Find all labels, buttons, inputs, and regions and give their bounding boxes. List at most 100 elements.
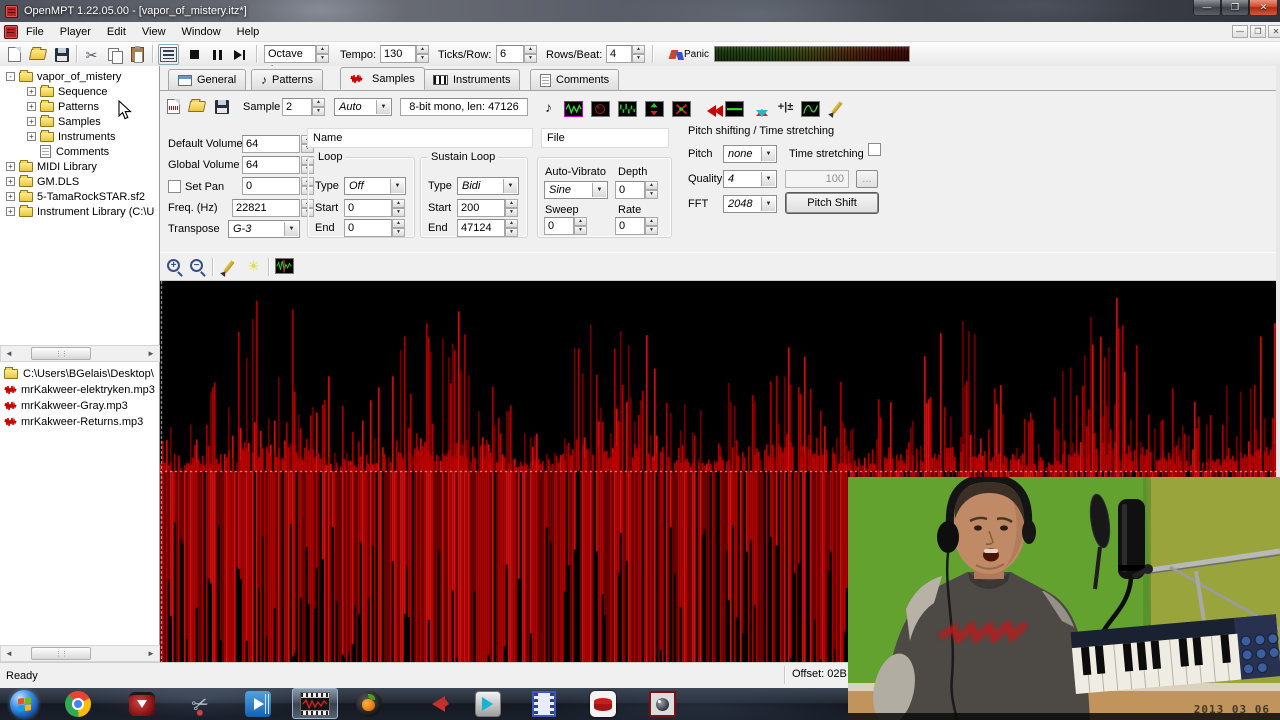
sample-name-field[interactable]: Name [307, 128, 533, 148]
tree-item-vapor-of-mistery[interactable]: - vapor_of_mistery [0, 69, 159, 84]
sample-file-field[interactable]: File [541, 128, 669, 148]
file-item[interactable]: mrKakweer-Returns.mp3 [0, 414, 159, 430]
sustain-end-spinner[interactable]: ▲ ▼ [505, 219, 518, 237]
vibrato-sweep-field[interactable]: 0 [544, 217, 574, 235]
maximize-button[interactable]: ❐ [1221, 0, 1249, 16]
wave-edit-button[interactable] [563, 96, 584, 117]
tree-expander-icon[interactable]: + [27, 132, 36, 141]
open-file-button[interactable] [27, 44, 48, 65]
cut-button[interactable]: ✂ [81, 44, 102, 65]
tab-instruments[interactable]: Instruments [423, 69, 521, 90]
taskbar-media-player[interactable] [244, 690, 272, 718]
start-button[interactable] [10, 690, 38, 718]
sustain-end-field[interactable]: 47124 [457, 219, 505, 237]
zoom-out-button[interactable]: − [186, 255, 207, 276]
stop-button[interactable] [184, 44, 205, 65]
zoom-in-button[interactable]: + [163, 255, 184, 276]
tree-item-instruments[interactable]: + Instruments [0, 129, 159, 144]
menu-player[interactable]: Player [52, 22, 99, 42]
taskbar-active-app[interactable] [292, 688, 338, 719]
scroll-left-icon[interactable]: ◄ [1, 646, 17, 661]
tempo-field[interactable]: 130 [380, 45, 416, 63]
scroll-right-icon[interactable]: ► [143, 346, 159, 361]
loop-start-field[interactable]: 0 [344, 199, 392, 217]
taskbar-k-player[interactable] [420, 690, 448, 718]
taskbar-lips[interactable] [589, 690, 617, 718]
vibrato-type-dropdown[interactable]: Sine ▼ [544, 181, 608, 199]
sustain-type-dropdown[interactable]: Bidi ▼ [457, 177, 519, 195]
effects-button[interactable]: ☀ [243, 255, 264, 276]
tab-samples[interactable]: Samples [340, 67, 425, 90]
play-note-button[interactable]: ♪ [538, 96, 559, 117]
import-sample-button[interactable] [186, 96, 207, 117]
dc-offset-button[interactable] [724, 96, 745, 117]
draw-mode-button[interactable] [218, 255, 239, 276]
ticks-row-spinner[interactable]: ▲ ▼ [524, 45, 537, 63]
envelope-button[interactable] [800, 96, 821, 117]
sustain-start-field[interactable]: 200 [457, 199, 505, 217]
save-sample-button[interactable] [211, 96, 232, 117]
pattern-play-button[interactable] [158, 44, 179, 65]
tree-hscrollbar[interactable]: ◄ ► [0, 345, 160, 362]
invert-button[interactable] [671, 96, 692, 117]
ticks-row-field[interactable]: 6 [496, 45, 524, 63]
new-file-button[interactable] [4, 44, 25, 65]
tree-expander-icon[interactable]: + [6, 162, 15, 171]
pan-field[interactable]: 0 [242, 177, 300, 195]
tempo-spinner[interactable]: ▲ ▼ [416, 45, 429, 63]
paste-button[interactable] [127, 44, 148, 65]
taskbar-eye[interactable] [648, 690, 676, 718]
tree-item-comments[interactable]: Comments [0, 144, 159, 159]
tree-item-samples[interactable]: + Samples [0, 114, 159, 129]
silence-button[interactable] [590, 96, 611, 117]
pitch-dropdown[interactable]: none ▼ [723, 145, 777, 163]
tree-expander-icon[interactable]: + [27, 87, 36, 96]
tab-patterns[interactable]: ♪ Patterns [251, 69, 323, 90]
mdi-restore-button[interactable]: ❐ [1250, 25, 1266, 38]
file-browser-path[interactable]: C:\Users\BGelais\Desktop\ [0, 366, 159, 382]
minimize-button[interactable]: — [1193, 0, 1221, 16]
mdi-document-icon[interactable] [4, 24, 18, 39]
mdi-close-button[interactable]: ✕ [1268, 25, 1280, 38]
vibrato-depth-spinner[interactable]: ▲ ▼ [645, 181, 658, 199]
vibrato-sweep-spinner[interactable]: ▲ ▼ [574, 217, 587, 235]
menu-view[interactable]: View [134, 22, 174, 42]
tree-expander-icon[interactable]: + [6, 177, 15, 186]
vibrato-rate-field[interactable]: 0 [615, 217, 645, 235]
set-pan-checkbox[interactable] [168, 180, 181, 193]
taskbar-audio-cutter[interactable]: ✂ [186, 690, 214, 718]
draw-button[interactable] [826, 96, 847, 117]
taskbar-fl-studio[interactable] [355, 690, 383, 718]
close-button[interactable]: ✕ [1249, 0, 1278, 16]
mdi-minimize-button[interactable]: — [1232, 25, 1248, 38]
amplify-button[interactable] [644, 96, 665, 117]
menu-window[interactable]: Window [174, 22, 229, 42]
file-item[interactable]: mrKakweer-Gray.mp3 [0, 398, 159, 414]
tree-item-5-tamarockstar-sf2[interactable]: +5-TamaRockSTAR.sf2 [0, 189, 159, 204]
tree-expander-icon[interactable]: + [6, 207, 15, 216]
file-item[interactable]: mrKakweer-elektryken.mp3 [0, 382, 159, 398]
pause-button[interactable] [207, 44, 228, 65]
rows-beat-spinner[interactable]: ▲ ▼ [632, 45, 645, 63]
sample-number-field[interactable]: 2 [282, 98, 312, 116]
sustain-start-spinner[interactable]: ▲ ▼ [505, 199, 518, 217]
menu-help[interactable]: Help [229, 22, 268, 42]
taskbar-media-play[interactable] [474, 690, 502, 718]
tree-item-midi-library[interactable]: + MIDI Library [0, 159, 159, 174]
tab-general[interactable]: General [168, 69, 247, 90]
vibrato-depth-field[interactable]: 0 [615, 181, 645, 199]
loop-end-spinner[interactable]: ▲ ▼ [392, 219, 405, 237]
play-button[interactable] [230, 44, 251, 65]
taskbar-tv-downloader[interactable] [128, 690, 156, 718]
save-file-button[interactable] [51, 44, 72, 65]
quick-adjust-button[interactable]: +|± [775, 96, 796, 117]
waveform-view-button[interactable] [274, 255, 295, 276]
time-stretching-checkbox[interactable] [868, 143, 881, 156]
taskbar-film[interactable] [530, 690, 558, 718]
menu-file[interactable]: File [18, 22, 52, 42]
rows-beat-field[interactable]: 4 [606, 45, 632, 63]
menu-edit[interactable]: Edit [99, 22, 134, 42]
tree-expander-icon[interactable]: + [27, 117, 36, 126]
tree-item-sequence[interactable]: + Sequence [0, 84, 159, 99]
sample-number-spinner[interactable]: ▲ ▼ [312, 98, 325, 116]
